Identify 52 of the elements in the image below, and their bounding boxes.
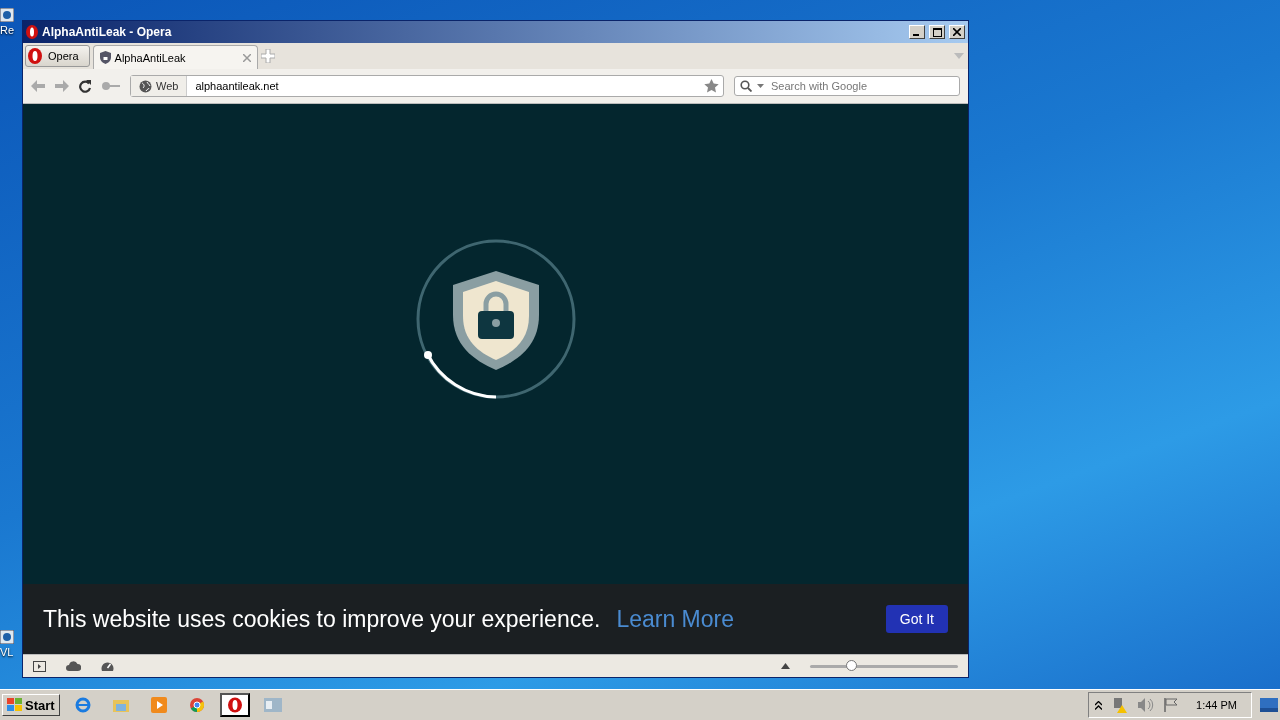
play-icon: [150, 697, 167, 713]
opera-logo-icon: [28, 48, 42, 64]
tab-title: AlphaAntiLeak: [114, 51, 187, 64]
close-icon: [953, 28, 961, 36]
clock[interactable]: 1:44 PM: [1196, 699, 1237, 711]
browser-e-icon: [74, 697, 91, 713]
globe-icon: [139, 79, 152, 93]
zoom-slider-thumb[interactable]: [846, 659, 858, 671]
flag-icon[interactable]: [1164, 698, 1179, 712]
browser-tab[interactable]: AlphaAntiLeak: [92, 45, 258, 69]
cloud-icon[interactable]: [66, 661, 81, 671]
start-button[interactable]: Start: [2, 694, 60, 716]
window-icon: [263, 698, 282, 712]
close-button[interactable]: [949, 25, 965, 39]
search-field[interactable]: Search with Google: [734, 76, 960, 96]
close-tab-icon[interactable]: [242, 53, 251, 62]
site-info-label: Web: [156, 80, 179, 92]
desktop-shortcut-icon[interactable]: [0, 8, 14, 22]
desktop-icon-label: VL: [0, 646, 14, 658]
desktop-shortcut-icon[interactable]: [0, 630, 14, 644]
chrome-icon: [188, 697, 205, 713]
opera-menu-button[interactable]: Opera: [25, 45, 90, 67]
bookmark-star-icon[interactable]: [704, 79, 719, 93]
shield-icon: [99, 51, 111, 64]
speaker-icon[interactable]: [1138, 698, 1155, 712]
address-bar[interactable]: Web alphaantileak.net: [130, 75, 724, 97]
windows-logo-icon: [7, 698, 23, 712]
forward-icon[interactable]: [55, 80, 69, 92]
maximize-icon: [932, 27, 942, 37]
cookie-message: This website uses cookies to improve your experience.: [43, 605, 601, 633]
back-icon[interactable]: [31, 80, 45, 92]
minimize-button[interactable]: [909, 25, 925, 39]
learn-more-link[interactable]: Learn More: [616, 605, 870, 633]
url-text: alphaantileak.net: [194, 80, 280, 92]
folder-icon: [112, 698, 129, 712]
new-tab-icon[interactable]: [260, 49, 275, 63]
search-icon: [740, 80, 752, 92]
caret-icon: [757, 84, 764, 88]
chevron-up-icon[interactable]: [1095, 700, 1103, 710]
opera-icon: [226, 697, 243, 713]
panel-toggle-icon[interactable]: [33, 660, 46, 672]
triangle-up-icon[interactable]: [781, 663, 790, 669]
window-title: AlphaAntiLeak - Opera: [42, 25, 173, 39]
network-warning-icon[interactable]: [1112, 697, 1129, 713]
search-input[interactable]: Search with Google: [769, 79, 954, 93]
opera-logo-icon: [26, 25, 38, 39]
reload-icon[interactable]: [79, 79, 92, 93]
got-it-button[interactable]: Got It: [885, 605, 948, 633]
maximize-button[interactable]: [929, 25, 945, 39]
desktop-icon-label: Re: [0, 24, 15, 36]
taskbar-app-button[interactable]: [219, 693, 250, 717]
speedometer-icon[interactable]: [101, 660, 114, 672]
